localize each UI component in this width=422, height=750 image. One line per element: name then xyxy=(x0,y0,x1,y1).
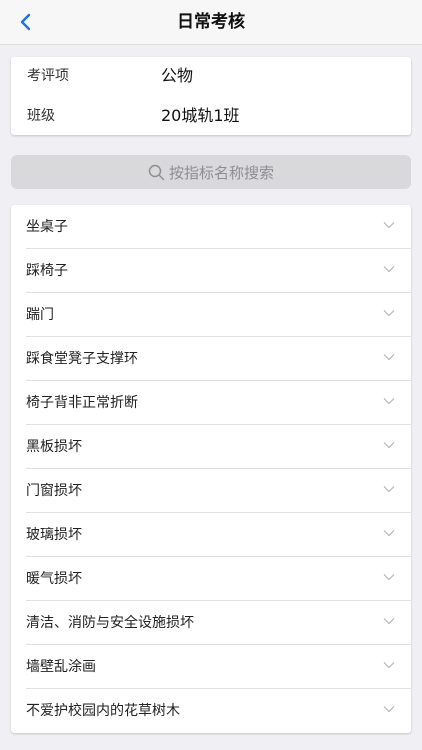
list-item-label: 踩食堂凳子支撑环 xyxy=(26,351,138,367)
list-item[interactable]: 清洁、消防与安全设施损坏 xyxy=(26,601,411,645)
page-title: 日常考核 xyxy=(177,12,245,32)
chevron-down-icon xyxy=(383,486,395,493)
indicator-list: 坐桌子踩椅子踹门踩食堂凳子支撑环 椅子背非正常折断 黑板损坏门窗损坏玻璃损坏暖气损坏… xyxy=(11,205,411,733)
list-item-label: 玻璃损坏 xyxy=(26,527,82,543)
list-item[interactable]: 墙壁乱涂画 xyxy=(26,645,411,689)
list-item[interactable]: 黑板损坏 xyxy=(26,425,411,469)
info-card: 考评项 公物 班级 20城轨1班 xyxy=(11,57,411,135)
chevron-down-icon xyxy=(383,706,395,713)
list-item[interactable]: 椅子背非正常折断 xyxy=(26,381,411,425)
list-item-label: 踩椅子 xyxy=(26,263,68,279)
chevron-down-icon xyxy=(383,354,395,361)
chevron-down-icon xyxy=(383,442,395,449)
list-item-label: 清洁、消防与安全设施损坏 xyxy=(26,615,194,631)
list-item[interactable]: 玻璃损坏 xyxy=(26,513,411,557)
search-input[interactable]: 按指标名称搜索 xyxy=(11,155,411,189)
info-label-item: 考评项 xyxy=(27,68,69,84)
chevron-down-icon xyxy=(383,662,395,669)
chevron-down-icon xyxy=(383,398,395,405)
list-item-label: 门窗损坏 xyxy=(26,483,82,499)
chevron-down-icon xyxy=(383,266,395,273)
list-item[interactable]: 暖气损坏 xyxy=(26,557,411,601)
list-item-label: 暖气损坏 xyxy=(26,571,82,587)
info-label-class: 班级 xyxy=(27,108,55,124)
chevron-down-icon xyxy=(383,574,395,581)
list-item-label: 踹门 xyxy=(26,307,54,323)
info-value-class: 20城轨1班 xyxy=(161,106,240,125)
list-item-label: 黑板损坏 xyxy=(26,439,82,455)
list-item-label: 不爱护校园内的花草树木 xyxy=(26,703,180,719)
list-item[interactable]: 坐桌子 xyxy=(26,205,411,249)
chevron-down-icon xyxy=(383,222,395,229)
chevron-down-icon xyxy=(383,310,395,317)
list-item[interactable]: 门窗损坏 xyxy=(26,469,411,513)
chevron-down-icon xyxy=(383,530,395,537)
list-item-label: 墙壁乱涂画 xyxy=(26,659,96,675)
list-item-label: 椅子背非正常折断 xyxy=(26,395,138,411)
info-value-item: 公物 xyxy=(161,66,194,85)
info-row-class: 班级 20城轨1班 xyxy=(11,97,411,135)
chevron-down-icon xyxy=(383,618,395,625)
list-item-label: 坐桌子 xyxy=(26,219,68,235)
navigation-bar: 日常考核 xyxy=(0,0,422,45)
search-icon xyxy=(148,164,165,180)
info-row-item: 考评项 公物 xyxy=(11,57,411,95)
list-item[interactable]: 不爱护校园内的花草树木 xyxy=(26,689,411,733)
list-item[interactable]: 踩食堂凳子支撑环 xyxy=(26,337,411,381)
list-item[interactable]: 踩椅子 xyxy=(26,249,411,293)
search-placeholder: 按指标名称搜索 xyxy=(168,163,274,182)
list-item[interactable]: 踹门 xyxy=(26,293,411,337)
